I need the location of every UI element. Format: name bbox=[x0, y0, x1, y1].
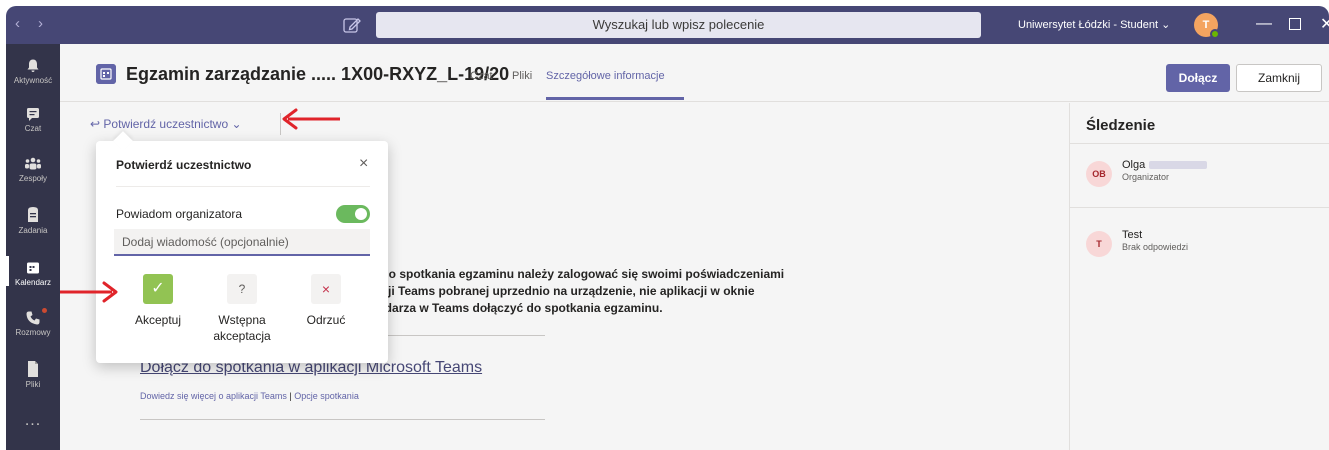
accept-button[interactable]: ✓ Akceptuj bbox=[118, 274, 198, 328]
teams-icon bbox=[25, 157, 41, 170]
rail-item-label: Aktywność bbox=[13, 76, 53, 85]
chat-icon bbox=[27, 108, 39, 121]
teams-window: ‹ › Wyszukaj lub wpisz polecenie Uniwers… bbox=[6, 6, 1329, 450]
tracking-title: Śledzenie bbox=[1086, 117, 1156, 134]
title-bar: ‹ › Wyszukaj lub wpisz polecenie Uniwers… bbox=[6, 6, 1329, 44]
rail-item-files[interactable]: Pliki bbox=[6, 360, 60, 389]
tenant-switcher[interactable]: Uniwersytet Łódzki - Student ⌄ bbox=[1018, 18, 1170, 31]
tentative-label: Wstępna akceptacja bbox=[213, 313, 271, 343]
meeting-description: amin enia do spotkania egzaminu należy z… bbox=[354, 249, 784, 317]
tracking-panel: Śledzenie OB Olga Organizator T Test Bra… bbox=[1069, 103, 1329, 450]
meeting-title: Egzamin zarządzanie ..... 1X00-RXYZ_L-19… bbox=[126, 64, 510, 84]
rail-item-calls[interactable]: Rozmowy bbox=[6, 310, 60, 337]
attendee-status: Brak odpowiedzi bbox=[1122, 242, 1189, 252]
attendee-role: Organizator bbox=[1122, 172, 1170, 182]
notify-organizer-label: Powiadom organizatora bbox=[116, 207, 243, 221]
rail-item-label: Kalendarz bbox=[14, 278, 52, 287]
rail-item-label: Zadania bbox=[18, 226, 48, 235]
forward-arrow-icon[interactable]: › bbox=[38, 15, 43, 32]
phone-icon bbox=[26, 311, 40, 325]
rail-item-label: Czat bbox=[24, 124, 42, 133]
annotation-arrow-icon bbox=[60, 281, 118, 303]
close-window-icon[interactable]: ✕ bbox=[1320, 14, 1329, 34]
rail-item-assignments[interactable]: Zadania bbox=[6, 206, 60, 235]
description-line: amin bbox=[354, 249, 784, 266]
divider bbox=[1070, 143, 1329, 144]
accept-label: Akceptuj bbox=[134, 313, 182, 327]
join-button[interactable]: Dołącz bbox=[1166, 64, 1230, 92]
question-mark-icon: ? bbox=[227, 274, 257, 304]
presence-available-icon bbox=[1210, 29, 1220, 39]
meeting-options-link[interactable]: Opcje spotkania bbox=[294, 391, 359, 401]
tab-details[interactable]: Szczegółowe informacje bbox=[546, 70, 665, 82]
decline-button[interactable]: × Odrzuć bbox=[286, 274, 366, 328]
rail-item-label: Pliki bbox=[25, 380, 41, 389]
files-icon bbox=[28, 361, 38, 377]
link-separator: | bbox=[289, 391, 292, 401]
close-icon[interactable]: × bbox=[359, 155, 368, 173]
tab-chat[interactable]: Czat bbox=[470, 70, 493, 82]
chevron-down-icon: ⌄ bbox=[231, 117, 242, 131]
meeting-footer-links: Dowiedz się więcej o aplikacji Teams | O… bbox=[140, 391, 359, 401]
x-mark-icon: × bbox=[311, 274, 341, 304]
annotation-arrow-icon bbox=[282, 108, 340, 130]
meeting-header: Egzamin zarządzanie ..... 1X00-RXYZ_L-19… bbox=[60, 44, 1329, 102]
minimize-icon[interactable]: — bbox=[1256, 15, 1272, 33]
popup-title: Potwierdź uczestnictwo bbox=[116, 158, 252, 172]
description-line: plikacji Teams pobranej uprzednio na urz… bbox=[354, 284, 755, 298]
redacted-surname bbox=[1149, 161, 1208, 170]
description-line: kalendarza w Teams dołączyć do spotkania… bbox=[354, 301, 663, 315]
close-button[interactable]: Zamknij bbox=[1236, 64, 1322, 92]
attendee-name: Test bbox=[1122, 229, 1143, 241]
active-tab-indicator bbox=[546, 97, 684, 100]
divider bbox=[140, 419, 545, 420]
rail-item-chat[interactable]: Czat bbox=[6, 106, 60, 133]
message-input[interactable] bbox=[114, 229, 370, 256]
bell-icon bbox=[27, 59, 39, 72]
rail-item-label: Zespoły bbox=[18, 174, 47, 183]
divider bbox=[1070, 207, 1329, 208]
avatar: T bbox=[1086, 231, 1112, 257]
meeting-calendar-icon bbox=[96, 64, 116, 84]
learn-more-link[interactable]: Dowiedz się więcej o aplikacji Teams bbox=[140, 391, 287, 401]
rsvp-popup: Potwierdź uczestnictwo × Powiadom organi… bbox=[96, 131, 388, 363]
notification-dot-icon bbox=[42, 308, 47, 313]
description-line: enia do spotkania egzaminu należy zalogo… bbox=[354, 267, 785, 281]
more-apps-icon[interactable]: ... bbox=[6, 412, 60, 430]
reply-arrow-icon: ↩ bbox=[90, 117, 101, 131]
rail-item-activity[interactable]: Aktywność bbox=[6, 58, 60, 85]
search-input[interactable]: Wyszukaj lub wpisz polecenie bbox=[376, 12, 981, 38]
compose-icon[interactable] bbox=[342, 15, 362, 35]
assignments-icon bbox=[28, 207, 38, 222]
rsvp-dropdown[interactable]: ↩ Potwierdź uczestnictwo ⌄ bbox=[90, 117, 242, 131]
app-rail: Aktywność Czat Zespoły Zadania Kalendarz… bbox=[6, 44, 60, 450]
rail-item-teams[interactable]: Zespoły bbox=[6, 156, 60, 183]
rail-item-calendar[interactable]: Kalendarz bbox=[6, 256, 60, 287]
rail-item-label: Rozmowy bbox=[15, 328, 51, 337]
avatar: OB bbox=[1086, 161, 1112, 187]
user-avatar[interactable]: T bbox=[1194, 13, 1220, 39]
avatar-initial: T bbox=[1202, 19, 1210, 31]
maximize-icon[interactable] bbox=[1289, 18, 1301, 30]
attendee-name: Olga bbox=[1122, 159, 1208, 171]
tab-files[interactable]: Pliki bbox=[512, 70, 532, 82]
back-arrow-icon[interactable]: ‹ bbox=[15, 15, 20, 32]
calendar-icon bbox=[27, 262, 39, 274]
checkmark-icon: ✓ bbox=[143, 274, 173, 304]
divider bbox=[116, 186, 370, 187]
decline-label: Odrzuć bbox=[306, 313, 346, 327]
notify-organizer-toggle[interactable] bbox=[336, 205, 370, 223]
rsvp-label: Potwierdź uczestnictwo bbox=[103, 117, 229, 131]
tentative-button[interactable]: ? Wstępna akceptacja bbox=[202, 274, 282, 344]
